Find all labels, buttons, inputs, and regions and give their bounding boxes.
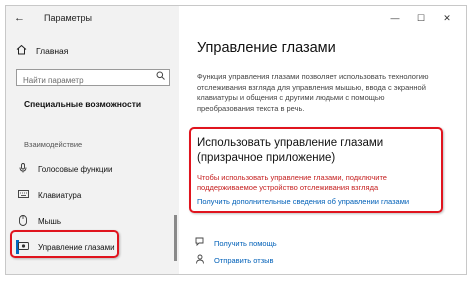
sidebar-item-speech[interactable]: Голосовые функции [16, 160, 176, 178]
mouse-icon [16, 214, 30, 228]
back-arrow-icon[interactable]: ← [14, 12, 28, 24]
minimize-button[interactable]: — [382, 10, 408, 26]
group-title: Взаимодействие [24, 140, 83, 149]
main-content: — ☐ ✕ Управление глазами Функция управле… [179, 6, 466, 274]
search-input[interactable] [21, 72, 155, 89]
window-controls: — ☐ ✕ [382, 10, 460, 26]
help-chat-icon [195, 237, 209, 249]
keyboard-icon [16, 190, 30, 200]
page-description: Функция управления глазами позволяет исп… [197, 72, 429, 113]
highlight-box-sidebar [10, 230, 119, 258]
setting-title: Использовать управление глазами (призрач… [197, 137, 384, 164]
sidebar: ← Параметры Главная Специальные возможно… [6, 6, 179, 274]
search-icon[interactable] [156, 71, 165, 82]
titlebar: ← Параметры [14, 12, 92, 24]
sidebar-item-label: Главная [36, 46, 69, 56]
sidebar-item-label: Клавиатура [38, 190, 82, 200]
sidebar-item-home[interactable]: Главная [16, 44, 68, 58]
close-button[interactable]: ✕ [434, 10, 460, 26]
sidebar-scrollbar[interactable] [174, 215, 177, 261]
section-title: Специальные возможности [24, 99, 142, 109]
home-icon [16, 44, 28, 58]
sidebar-item-mouse[interactable]: Мышь [16, 212, 176, 230]
sidebar-item-label: Мышь [38, 216, 61, 226]
send-feedback-label: Отправить отзыв [214, 255, 274, 265]
warning-text: Чтобы использовать управление глазами, п… [197, 173, 387, 192]
get-help-link[interactable]: Получить помощь [195, 237, 277, 249]
sidebar-item-label: Голосовые функции [38, 164, 113, 174]
settings-window: ← Параметры Главная Специальные возможно… [5, 5, 467, 275]
learn-more-link[interactable]: Получить дополнительные сведения об упра… [197, 197, 409, 206]
page-title: Управление глазами [197, 40, 336, 56]
window-title: Параметры [44, 13, 92, 23]
feedback-icon [195, 254, 209, 266]
maximize-button[interactable]: ☐ [408, 10, 434, 26]
get-help-label: Получить помощь [214, 238, 277, 248]
search-box[interactable] [16, 69, 170, 89]
microphone-icon [16, 163, 30, 175]
send-feedback-link[interactable]: Отправить отзыв [195, 254, 274, 266]
sidebar-item-keyboard[interactable]: Клавиатура [16, 186, 176, 204]
